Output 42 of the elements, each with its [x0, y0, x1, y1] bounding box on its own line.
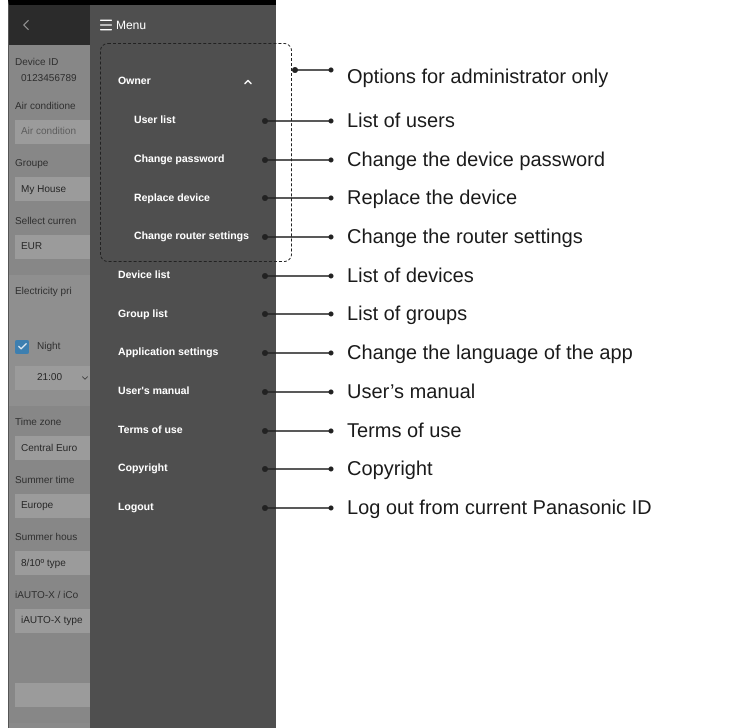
callout-text: Change the language of the app	[347, 342, 633, 364]
leader-line	[262, 272, 334, 280]
leader-line	[262, 156, 334, 164]
callout-text: Change the router settings	[347, 226, 583, 248]
menu-item[interactable]: Owner	[90, 63, 276, 102]
leader-line	[262, 194, 334, 202]
callout-text: Options for administrator only	[347, 66, 608, 88]
field-label: Summer time	[15, 474, 74, 488]
leader-line	[262, 465, 334, 474]
field-label: Summer hous	[15, 531, 78, 545]
leader-line	[262, 117, 334, 126]
menu-icon[interactable]	[98, 17, 114, 33]
field-label: Groupe	[15, 157, 48, 171]
field-label: iAUTO-X / iCo	[15, 588, 78, 602]
field-label: Device ID	[15, 56, 58, 70]
field-label: Time zone	[15, 416, 62, 430]
checkbox-label: Night	[37, 340, 60, 354]
field-label: Air conditione	[15, 100, 76, 114]
menu-item[interactable]: Group list	[90, 295, 276, 334]
checkbox[interactable]	[15, 340, 29, 354]
menu-title: Menu	[116, 17, 146, 34]
callout-text: List of groups	[347, 303, 468, 326]
leader-line	[262, 388, 334, 396]
field-value: 0123456789	[21, 72, 77, 86]
leader-line	[262, 310, 334, 318]
leader-line	[292, 66, 334, 74]
callout-text: List of devices	[347, 264, 474, 287]
callout-text: Change the device password	[347, 148, 605, 171]
callout-text: User’s manual	[347, 380, 476, 403]
callout-text: List of users	[347, 110, 455, 132]
leader-line	[262, 504, 334, 512]
field-label: Sellect curren	[15, 214, 76, 228]
check-icon	[16, 341, 28, 352]
leader-line	[262, 426, 334, 435]
callout-text: Terms of use	[347, 420, 462, 442]
callout-text: Log out from current Panasonic ID	[347, 496, 652, 519]
leader-line	[262, 349, 334, 358]
leader-line	[262, 233, 334, 242]
field-label: Electricity pri	[15, 285, 72, 299]
callout-text: Copyright	[347, 458, 433, 480]
menu-item[interactable]: Device list	[90, 256, 276, 296]
callout-text: Replace the device	[347, 187, 518, 210]
